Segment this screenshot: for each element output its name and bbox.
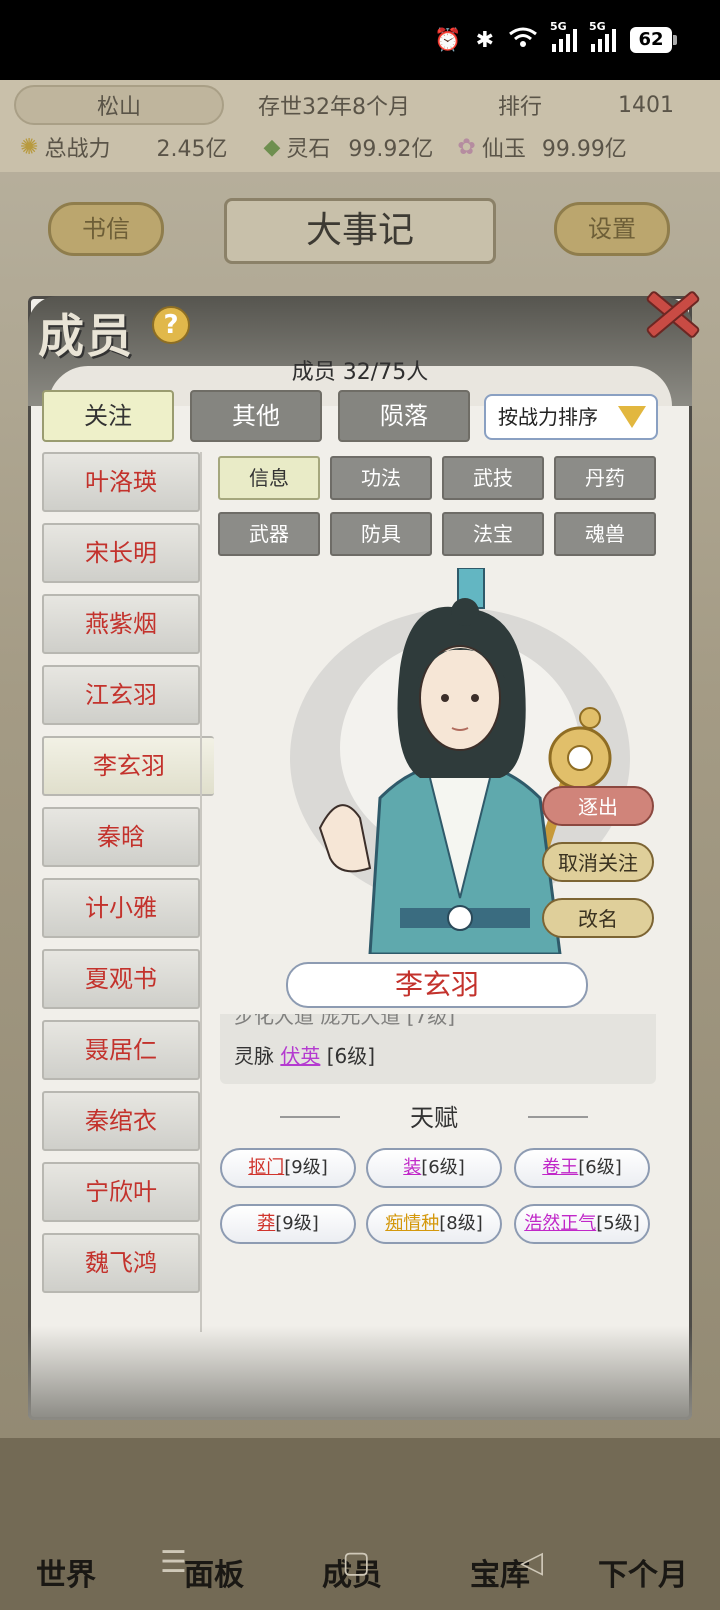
alarm-icon: ⏰ (434, 27, 462, 53)
subtab-artifacts[interactable]: 法宝 (442, 512, 544, 556)
rank-value: 1401 (618, 92, 675, 118)
talent-badge[interactable]: 莽[9级] (220, 1204, 356, 1244)
tab-fallen[interactable]: 陨落 (338, 390, 470, 442)
member-item-selected[interactable]: 李玄羽 (42, 736, 214, 796)
talent-name: 抠门 (248, 1157, 285, 1178)
letters-button[interactable]: 书信 (48, 202, 164, 256)
talent-badge[interactable]: 装[6级] (366, 1148, 502, 1188)
subtab-info[interactable]: 信息 (218, 456, 320, 500)
member-item[interactable]: 宁欣叶 (42, 1162, 200, 1222)
talent-level: [8级] (439, 1213, 483, 1234)
talent-badge[interactable]: 痴情种[8级] (366, 1204, 502, 1244)
sort-label: 按战力排序 (498, 405, 598, 429)
talent-name: 莽 (257, 1213, 276, 1234)
member-item[interactable]: 计小雅 (42, 878, 200, 938)
tab-other[interactable]: 其他 (190, 390, 322, 442)
info-panel[interactable]: 步化大道 庞元大道 [7级] 灵脉 伏英 [6级] (220, 1014, 656, 1084)
menu-icon[interactable]: ☰ (160, 1545, 187, 1580)
talent-badge[interactable]: 卷王[6级] (514, 1148, 650, 1188)
spirit-vein-level: [6级] (326, 1044, 376, 1068)
list-divider (200, 452, 202, 1332)
info-row-partial: 步化大道 庞元大道 [7级] (234, 1014, 456, 1028)
back-icon[interactable]: ◁ (520, 1545, 543, 1580)
member-item[interactable]: 宋长明 (42, 523, 200, 583)
member-item[interactable]: 魏飞鸿 (42, 1233, 200, 1293)
talent-level: [6级] (421, 1157, 465, 1178)
top-info-panel: 松山 存世32年8个月 排行 1401 ✺ 总战力 2.45亿 ◆ 灵石 99.… (0, 80, 720, 172)
power-value: 2.45亿 (156, 137, 228, 162)
signal-icon: 5G (550, 20, 577, 52)
talent-level: [9级] (284, 1157, 328, 1178)
home-icon[interactable]: ▢ (342, 1545, 370, 1580)
talent-name: 装 (403, 1157, 422, 1178)
talent-name: 痴情种 (385, 1213, 440, 1234)
talent-badge[interactable]: 抠门[9级] (220, 1148, 356, 1188)
chevron-down-icon (618, 406, 646, 428)
status-bar: ⏰ ✱ 5G 5G 62 (0, 0, 720, 80)
member-item[interactable]: 夏观书 (42, 949, 200, 1009)
status-icons: ⏰ ✱ 5G 5G 62 (434, 20, 677, 54)
location-label: 松山 (14, 85, 224, 125)
dialog-footer-decoration (28, 1326, 692, 1420)
immortal-jade-icon: ✿ (457, 134, 476, 160)
immortal-jade-label: 仙玉 (481, 137, 526, 162)
power-icon: ✺ (20, 134, 39, 160)
member-item[interactable]: 聂居仁 (42, 1020, 200, 1080)
talent-name: 卷王 (542, 1157, 579, 1178)
power-label: 总战力 (44, 137, 111, 162)
nav-panel[interactable]: 面板 (184, 1550, 244, 1594)
talent-level: [9级] (275, 1213, 319, 1234)
sort-dropdown[interactable]: 按战力排序 (484, 394, 658, 440)
subtab-pills[interactable]: 丹药 (554, 456, 656, 500)
rank-label: 排行 (498, 95, 543, 120)
member-item[interactable]: 秦绾衣 (42, 1091, 200, 1151)
bluetooth-icon: ✱ (475, 27, 494, 53)
subtab-techniques[interactable]: 功法 (330, 456, 432, 500)
members-dialog: 成员 ? 成员 32/75人 关注 其他 陨落 按战力排序 叶洛瑛 宋长明 燕紫… (28, 296, 692, 1420)
tab-follow[interactable]: 关注 (42, 390, 174, 442)
talent-title: 天赋 (280, 1098, 588, 1134)
spirit-vein-name[interactable]: 伏英 (280, 1044, 320, 1068)
signal-icon-2: 5G (589, 20, 616, 52)
era-label: 存世32年8个月 (258, 95, 410, 120)
nav-next-month[interactable]: 下个月 (598, 1550, 688, 1594)
member-count: 成员 32/75人 (291, 360, 429, 385)
rename-button[interactable]: 改名 (542, 898, 654, 938)
settings-button[interactable]: 设置 (554, 202, 670, 256)
wifi-icon (508, 26, 538, 54)
unfollow-button[interactable]: 取消关注 (542, 842, 654, 882)
member-item[interactable]: 叶洛瑛 (42, 452, 200, 512)
spirit-stone-icon: ◆ (263, 134, 281, 160)
battery-icon: 62 (630, 27, 677, 53)
member-item[interactable]: 秦晗 (42, 807, 200, 867)
spirit-vein-label: 灵脉 (234, 1044, 274, 1068)
spirit-vein-row: 灵脉 伏英 [6级] (234, 1040, 375, 1069)
help-icon[interactable]: ? (152, 306, 190, 344)
character-name: 李玄羽 (286, 962, 588, 1008)
talent-level: [6级] (578, 1157, 622, 1178)
member-list: 叶洛瑛 宋长明 燕紫烟 江玄羽 李玄羽 秦晗 计小雅 夏观书 聂居仁 秦绾衣 宁… (42, 452, 214, 1372)
subtab-soul-beasts[interactable]: 魂兽 (554, 512, 656, 556)
expel-button[interactable]: 逐出 (542, 786, 654, 826)
talent-name: 浩然正气 (524, 1213, 597, 1234)
subtab-weapons[interactable]: 武器 (218, 512, 320, 556)
member-item[interactable]: 江玄羽 (42, 665, 200, 725)
nav-world[interactable]: 世界 (36, 1550, 96, 1594)
immortal-jade-value: 99.99亿 (541, 137, 627, 162)
talent-badge[interactable]: 浩然正气[5级] (514, 1204, 650, 1244)
talent-level: [5级] (596, 1213, 640, 1234)
bottom-nav: 世界 面板 成员 宝库 下个月 (0, 1438, 720, 1610)
events-title[interactable]: 大事记 (224, 198, 496, 264)
close-icon[interactable] (640, 282, 700, 342)
subtab-armor[interactable]: 防具 (330, 512, 432, 556)
subtab-martial-skills[interactable]: 武技 (442, 456, 544, 500)
character-portrait (260, 568, 640, 954)
spirit-stone-value: 99.92亿 (348, 137, 434, 162)
spirit-stone-label: 灵石 (286, 137, 331, 162)
member-item[interactable]: 燕紫烟 (42, 594, 200, 654)
